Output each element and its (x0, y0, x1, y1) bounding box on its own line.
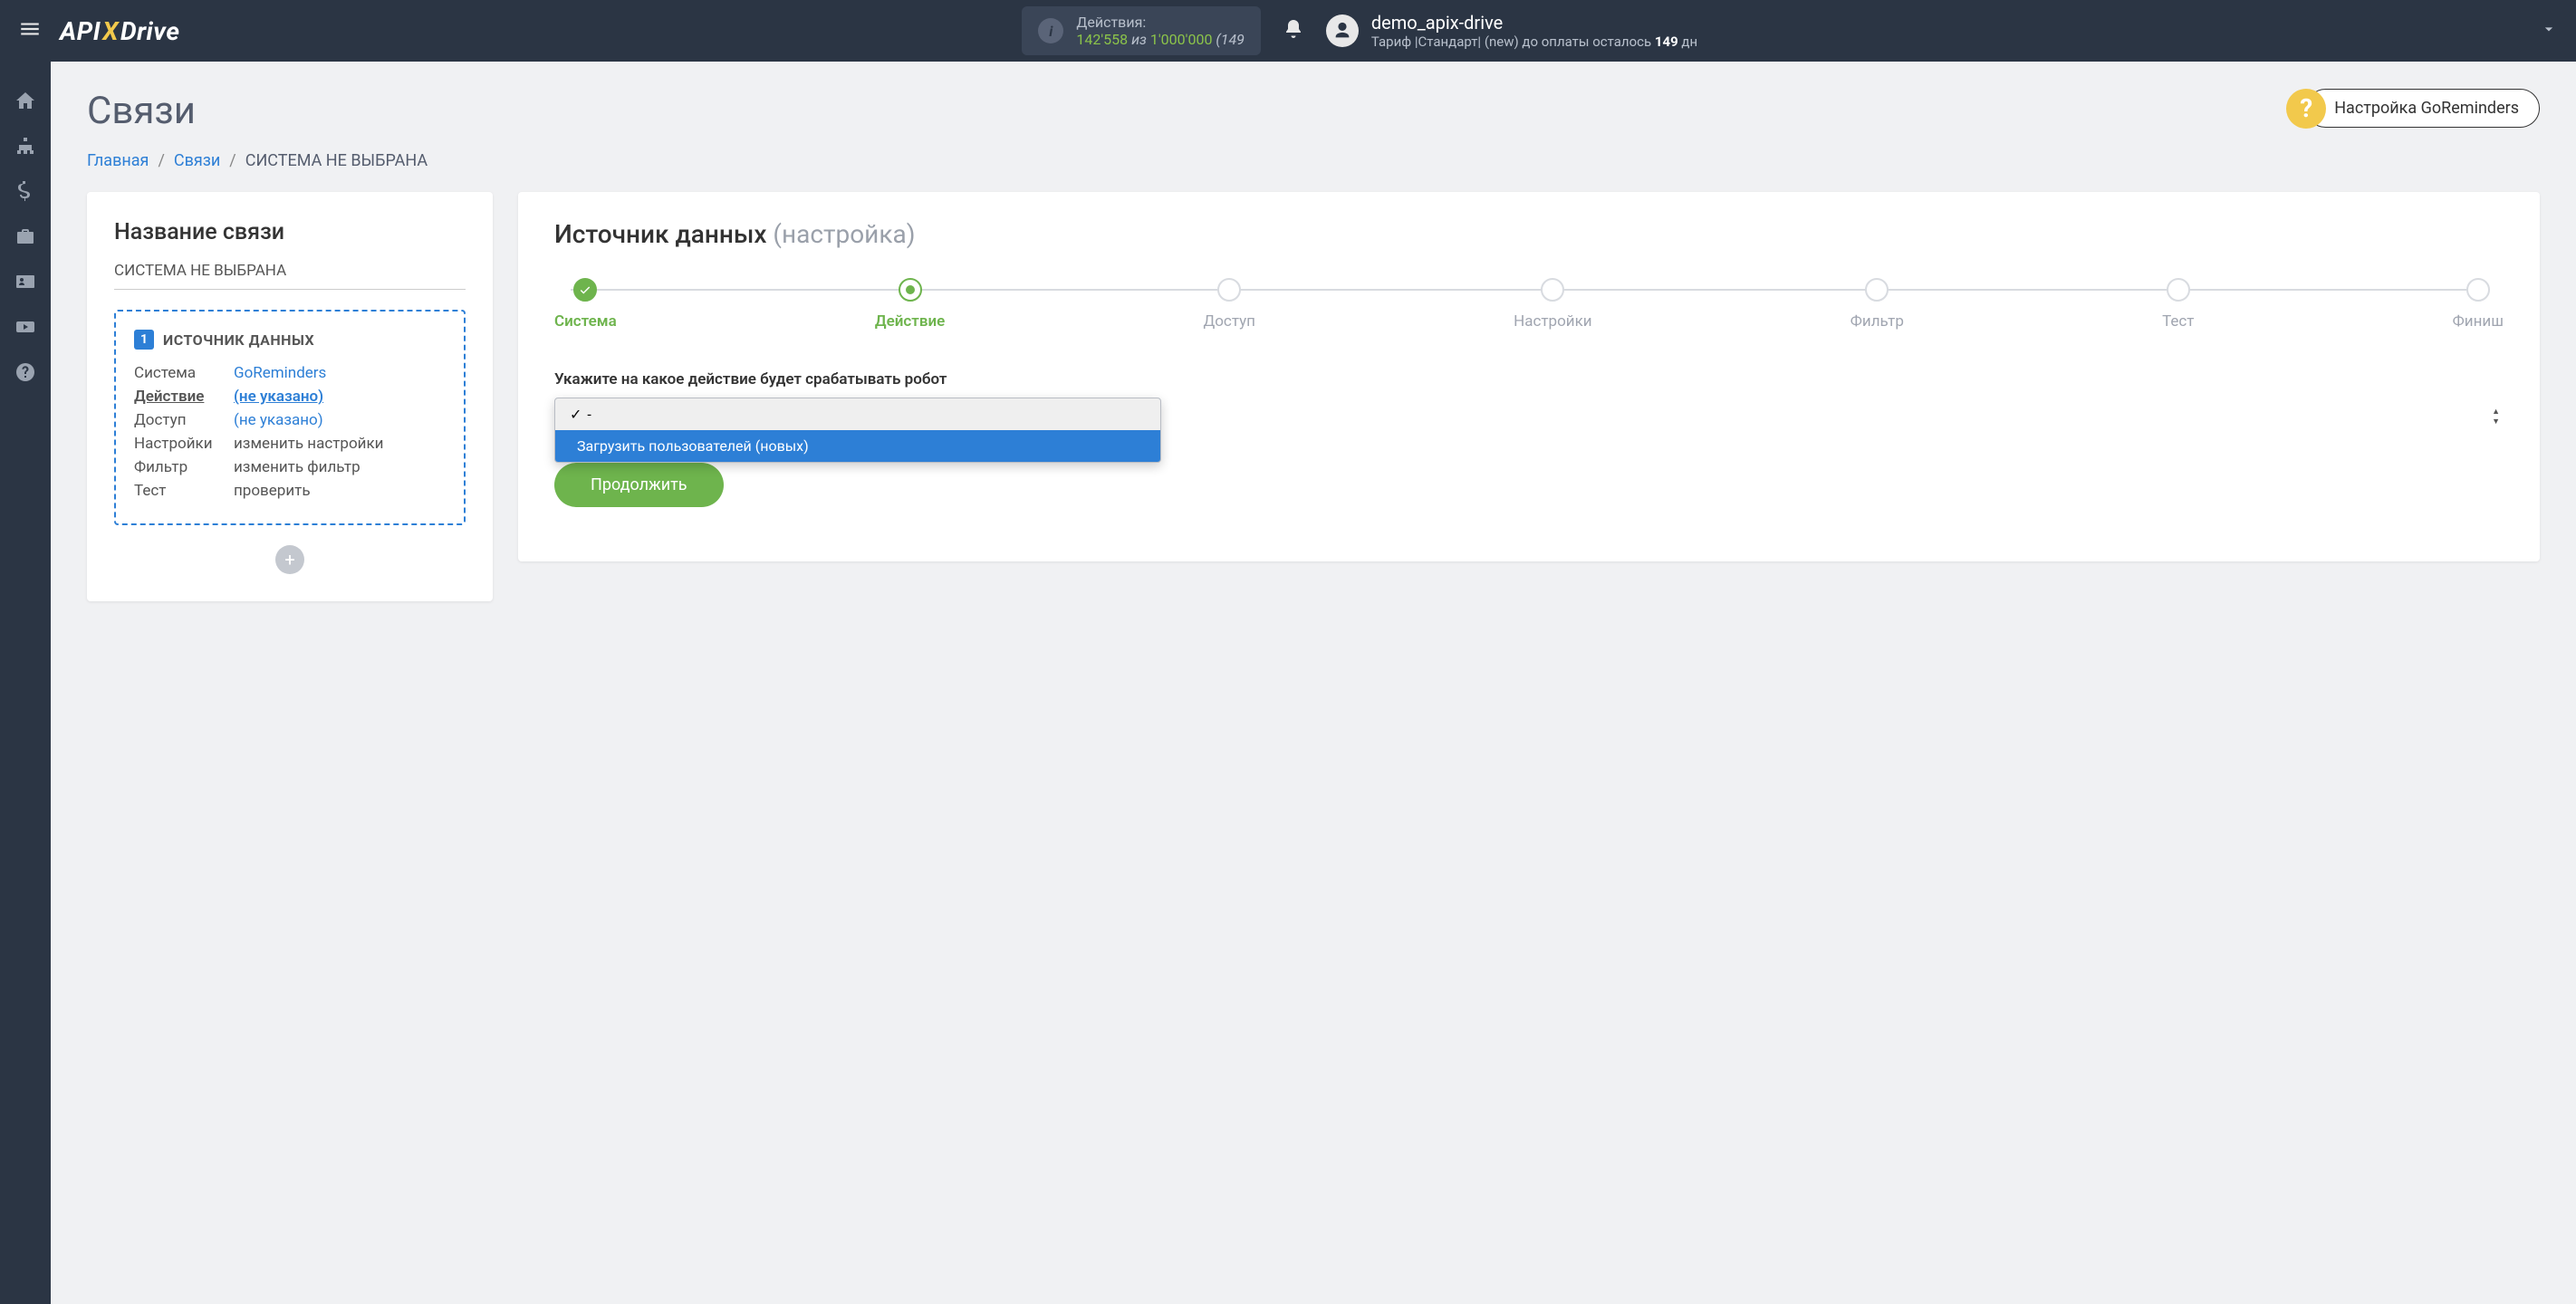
user-menu-toggle[interactable] (2540, 20, 2558, 42)
data-source-box: 1 ИСТОЧНИК ДАННЫХ Система GoReminders Де… (114, 310, 466, 525)
row-filter: Фильтр изменить фильтр (134, 458, 446, 476)
check-icon (579, 283, 591, 296)
help-badge-icon: ? (2286, 89, 2326, 129)
help-label: Настройка GoReminders (2306, 89, 2540, 128)
action-link[interactable]: (не указано) (234, 388, 323, 406)
chevron-down-icon (2540, 20, 2558, 38)
left-card-title: Название связи (114, 219, 466, 245)
dollar-icon (14, 180, 36, 202)
step-system[interactable]: Система (554, 278, 617, 331)
step-settings[interactable]: Настройки (1514, 278, 1592, 331)
bell-icon (1283, 18, 1304, 40)
row-access: Доступ (не указано) (134, 411, 446, 429)
notifications-button[interactable] (1283, 18, 1304, 43)
select-chevrons-icon: ▲▼ (2492, 407, 2500, 427)
sidebar-connections[interactable] (0, 123, 51, 168)
system-link[interactable]: GoReminders (234, 364, 326, 382)
breadcrumb-links[interactable]: Связи (174, 151, 220, 170)
action-select-label: Укажите на какое действие будет срабатыв… (554, 370, 2504, 388)
page-title: Связи (87, 89, 196, 133)
main-content: Связи ? Настройка GoReminders Главная / … (51, 62, 2576, 1304)
actions-counter[interactable]: i Действия: 142'558 из 1'000'000 (149 (1022, 6, 1261, 55)
question-icon (14, 361, 36, 383)
hamburger-menu[interactable] (18, 17, 42, 44)
continue-button[interactable]: Продолжить (554, 463, 724, 507)
sidebar-home[interactable] (0, 78, 51, 123)
briefcase-icon (14, 225, 36, 247)
home-icon (14, 90, 36, 111)
sidebar-billing[interactable] (0, 168, 51, 214)
box-number-badge: 1 (134, 330, 154, 350)
logo[interactable]: APIXDrive (60, 16, 179, 46)
sidebar-help[interactable] (0, 350, 51, 395)
connection-name-card: Название связи СИСТЕМА НЕ ВЫБРАНА 1 ИСТО… (87, 192, 493, 601)
sidebar-contacts[interactable] (0, 259, 51, 304)
user-avatar (1326, 14, 1359, 47)
test-link[interactable]: проверить (234, 482, 311, 500)
sidebar (0, 62, 51, 1304)
breadcrumb-home[interactable]: Главная (87, 151, 149, 170)
row-action: Действие (не указано) (134, 388, 446, 406)
user-plan: Тариф |Стандарт| (new) до оплаты осталос… (1371, 34, 1697, 50)
user-menu[interactable]: demo_apix-drive Тариф |Стандарт| (new) д… (1326, 12, 1697, 50)
sidebar-briefcase[interactable] (0, 214, 51, 259)
youtube-icon (14, 316, 36, 338)
help-pill[interactable]: ? Настройка GoReminders (2306, 89, 2540, 128)
dropdown-option-load-users[interactable]: Загрузить пользователей (новых) (555, 430, 1160, 462)
step-finish[interactable]: Финиш (2453, 278, 2504, 331)
breadcrumb: Главная / Связи / СИСТЕМА НЕ ВЫБРАНА (87, 151, 2540, 170)
step-test[interactable]: Тест (2162, 278, 2194, 331)
step-access[interactable]: Доступ (1203, 278, 1255, 331)
access-link[interactable]: (не указано) (234, 411, 323, 429)
actions-count: 142'558 из 1'000'000 (149 (1076, 31, 1245, 48)
configuration-card: Источник данных (настройка) Система Дейс… (518, 192, 2540, 561)
topbar: APIXDrive i Действия: 142'558 из 1'000'0… (0, 0, 2576, 62)
stepper: Система Действие Доступ Настройки Фильтр (554, 278, 2504, 331)
add-destination-button[interactable]: + (275, 545, 304, 574)
breadcrumb-current: СИСТЕМА НЕ ВЫБРАНА (245, 151, 428, 170)
filter-link[interactable]: изменить фильтр (234, 458, 360, 476)
dropdown-menu: - Загрузить пользователей (новых) (554, 398, 1161, 463)
row-test: Тест проверить (134, 482, 446, 500)
hamburger-icon (18, 17, 42, 41)
dropdown-option-none[interactable]: - (555, 398, 1160, 430)
step-filter[interactable]: Фильтр (1850, 278, 1904, 331)
right-card-title: Источник данных (настройка) (554, 219, 2504, 249)
sitemap-icon (14, 135, 36, 157)
row-system: Система GoReminders (134, 364, 446, 382)
row-settings: Настройки изменить настройки (134, 435, 446, 453)
sidebar-video[interactable] (0, 304, 51, 350)
user-icon (1332, 21, 1352, 41)
settings-link[interactable]: изменить настройки (234, 435, 383, 453)
id-card-icon (14, 271, 36, 292)
step-action[interactable]: Действие (875, 278, 945, 331)
box-title: ИСТОЧНИК ДАННЫХ (163, 331, 314, 349)
info-icon: i (1038, 18, 1063, 43)
actions-label: Действия: (1076, 14, 1245, 31)
user-name: demo_apix-drive (1371, 12, 1697, 34)
left-card-subtitle: СИСТЕМА НЕ ВЫБРАНА (114, 262, 466, 290)
